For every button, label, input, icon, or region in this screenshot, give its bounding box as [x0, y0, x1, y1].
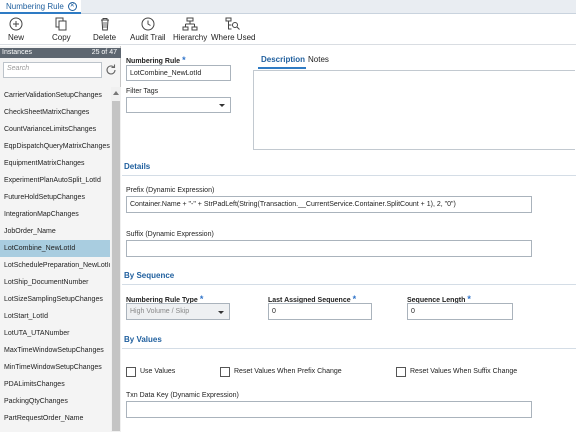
tab-notes[interactable]: Notes — [308, 55, 329, 64]
copy-icon — [53, 16, 69, 32]
instances-count: 25 of 47 — [91, 49, 117, 56]
required-star-icon: * — [182, 55, 186, 65]
prefix-input[interactable]: Container.Name + "-" + StrPadLeft(String… — [126, 196, 532, 213]
new-label: New — [8, 33, 25, 42]
trash-icon — [97, 16, 113, 32]
rule-type-dropdown[interactable]: High Volume / Skip — [126, 303, 230, 320]
last-seq-input[interactable]: 0 — [268, 303, 372, 320]
reset-suffix-label: Reset Values When Suffix Change — [410, 368, 518, 375]
reset-prefix-label: Reset Values When Prefix Change — [234, 368, 342, 375]
txn-key-label: Txn Data Key (Dynamic Expression) — [126, 392, 239, 399]
list-item[interactable]: LotSizeSamplingSetupChanges — [0, 291, 110, 308]
suffix-label: Suffix (Dynamic Expression) — [126, 231, 214, 238]
list-item[interactable]: LotStart_LotId — [0, 308, 110, 325]
list-item[interactable]: CountVarianceLimitsChanges — [0, 121, 110, 138]
by-values-section-header: By Values — [122, 331, 576, 349]
list-item[interactable]: PDALimitsChanges — [0, 376, 110, 393]
toolbar: New Copy Delete Audit Trail Hierarchy Wh… — [0, 14, 576, 45]
tab-description[interactable]: Description — [261, 55, 305, 64]
list-item[interactable]: PackingQtyChanges — [0, 393, 110, 410]
copy-button[interactable]: Copy — [52, 16, 71, 44]
audit-trail-label: Audit Trail — [130, 33, 166, 42]
active-tab-underline — [258, 67, 306, 69]
list-item[interactable]: LotCombine_NewLotId — [0, 240, 110, 257]
tab-bar: Numbering Rule ✕ — [0, 0, 576, 14]
copy-label: Copy — [52, 33, 71, 42]
list-item[interactable]: MinTimeWindowSetupChanges — [0, 359, 110, 376]
clock-icon — [140, 16, 156, 32]
list-item[interactable]: EquipmentMatrixChanges — [0, 155, 110, 172]
list-item[interactable]: CarrierValidationSetupChanges — [0, 87, 110, 104]
plus-circle-icon — [8, 16, 24, 32]
scroll-up-icon[interactable] — [113, 89, 119, 95]
seq-length-input[interactable]: 0 — [407, 303, 513, 320]
numbering-rule-label: Numbering Rule * — [126, 55, 186, 65]
scrollbar-thumb[interactable] — [112, 101, 120, 431]
list-scrollbar[interactable] — [111, 87, 121, 432]
use-values-label: Use Values — [140, 368, 176, 375]
prefix-label: Prefix (Dynamic Expression) — [126, 187, 215, 194]
instances-title: Instances — [2, 49, 32, 56]
main-form: Numbering Rule * LotCombine_NewLotId Filt… — [122, 46, 576, 432]
where-used-icon — [225, 16, 241, 32]
filter-tags-dropdown[interactable] — [126, 97, 231, 113]
list-item[interactable]: LotSchedulePreparation_NewLotId — [0, 257, 110, 274]
search-input[interactable]: Search — [3, 62, 102, 78]
tab-numbering-rule[interactable]: Numbering Rule ✕ — [0, 0, 81, 14]
close-circle-icon[interactable]: ✕ — [67, 1, 77, 11]
list-item[interactable]: ExperimentPlanAutoSplit_LotId — [0, 172, 110, 189]
reset-prefix-checkbox[interactable] — [220, 367, 230, 377]
by-sequence-section-header: By Sequence — [122, 267, 576, 285]
list-item[interactable]: IntegrationMapChanges — [0, 206, 110, 223]
instances-panel: Instances 25 of 47 Search CarrierValidat… — [0, 46, 121, 432]
reset-suffix-checkbox[interactable] — [396, 367, 406, 377]
tab-label: Numbering Rule — [6, 1, 64, 11]
suffix-input[interactable] — [126, 240, 532, 257]
hierarchy-icon — [182, 16, 198, 32]
list-item[interactable]: LotShip_DocumentNumber — [0, 274, 110, 291]
list-item[interactable]: FutureHoldSetupChanges — [0, 189, 110, 206]
instances-header: Instances 25 of 47 — [0, 48, 121, 58]
use-values-checkbox[interactable] — [126, 367, 136, 377]
new-button[interactable]: New — [8, 16, 24, 44]
list-item[interactable]: CheckSheetMatrixChanges — [0, 104, 110, 121]
chevron-down-icon — [219, 104, 225, 107]
txn-key-input[interactable] — [126, 401, 532, 418]
list-item[interactable]: JobOrder_Name — [0, 223, 110, 240]
numbering-rule-input[interactable]: LotCombine_NewLotId — [126, 65, 231, 81]
list-item[interactable]: MaxTimeWindowSetupChanges — [0, 342, 110, 359]
audit-trail-button[interactable]: Audit Trail — [130, 16, 166, 44]
instance-list: CarrierValidationSetupChanges CheckSheetM… — [0, 87, 110, 432]
description-textarea[interactable] — [253, 70, 575, 150]
where-used-button[interactable]: Where Used — [211, 16, 255, 44]
delete-label: Delete — [93, 33, 117, 42]
rule-type-value: High Volume / Skip — [130, 308, 190, 315]
list-item[interactable]: LotUTA_UTANumber — [0, 325, 110, 342]
details-section-header: Details — [122, 158, 576, 176]
list-item[interactable]: PartRequestOrder_Name — [0, 410, 110, 427]
delete-button[interactable]: Delete — [93, 16, 116, 44]
where-used-label: Where Used — [211, 33, 256, 42]
refresh-icon[interactable] — [104, 62, 118, 78]
chevron-down-icon — [218, 310, 224, 314]
list-item[interactable]: EqpDispatchQueryMatrixChanges — [0, 138, 110, 155]
hierarchy-label: Hierarchy — [173, 33, 208, 42]
filter-tags-label: Filter Tags — [126, 88, 159, 95]
hierarchy-button[interactable]: Hierarchy — [173, 16, 207, 44]
